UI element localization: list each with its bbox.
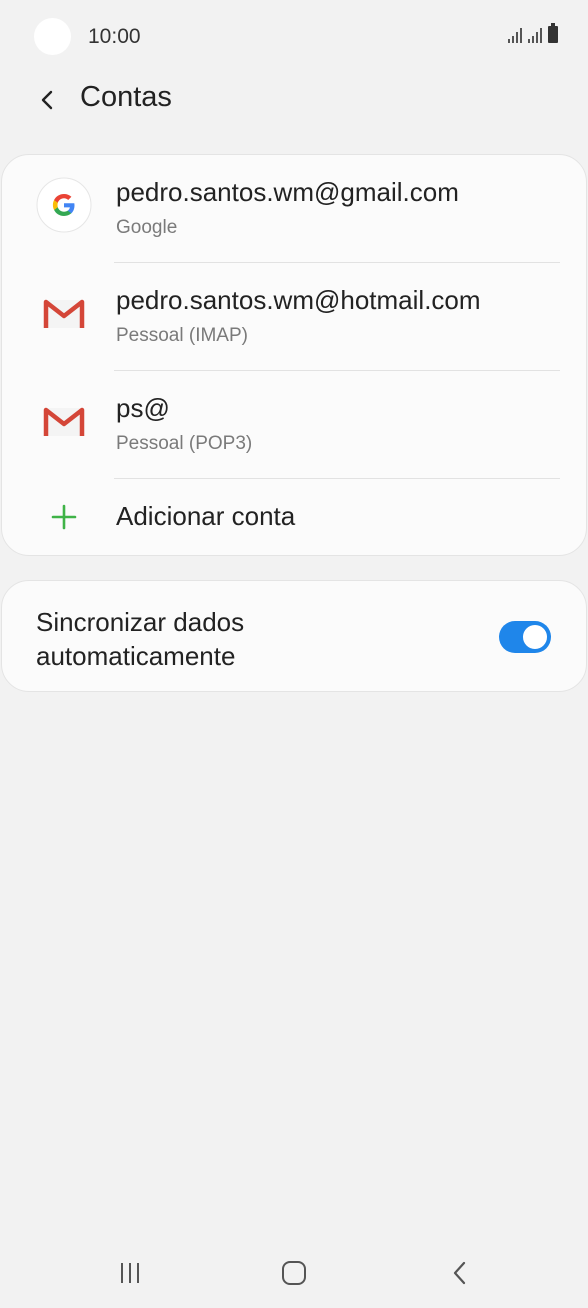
sync-toggle[interactable]: [499, 621, 551, 653]
gmail-logo-icon: [43, 299, 85, 328]
google-logo-icon: [36, 177, 92, 233]
account-item-google[interactable]: pedro.santos.wm@gmail.com Google: [2, 155, 588, 263]
accounts-card: pedro.santos.wm@gmail.com Google pedro.s…: [1, 154, 587, 556]
toggle-knob: [521, 623, 549, 651]
signal-icon: [508, 27, 522, 43]
account-email: pedro.santos.wm@gmail.com: [116, 177, 459, 207]
page-title: Contas: [80, 81, 172, 113]
app-header: Contas: [0, 72, 588, 132]
sync-label: Sincronizar dados automaticamente: [36, 607, 245, 671]
signal-icon: [528, 27, 542, 43]
account-email: ps@: [116, 393, 170, 423]
account-type: Pessoal (IMAP): [116, 325, 248, 346]
account-item-hotmail[interactable]: pedro.santos.wm@hotmail.com Pessoal (IMA…: [2, 263, 588, 371]
status-time: 10:00: [88, 25, 141, 48]
plus-icon: [51, 504, 77, 530]
account-type: Pessoal (POP3): [116, 433, 253, 454]
home-button[interactable]: [274, 1256, 314, 1290]
status-bar: 10:00: [0, 0, 588, 72]
battery-icon: [548, 23, 558, 43]
account-type: Google: [116, 217, 178, 238]
account-email: pedro.santos.wm@hotmail.com: [116, 285, 481, 315]
back-button[interactable]: [28, 80, 68, 120]
add-account-button[interactable]: Adicionar conta: [2, 477, 588, 557]
home-icon: [282, 1261, 306, 1285]
sync-card: Sincronizar dados automaticamente: [1, 580, 587, 692]
recents-icon: [121, 1263, 139, 1283]
chevron-left-icon: [41, 90, 53, 110]
navigation-bar: [0, 1238, 588, 1308]
camera-cutout: [34, 18, 71, 55]
account-item-pop3[interactable]: ps@ Pessoal (POP3): [2, 371, 588, 479]
back-icon: [453, 1261, 466, 1285]
nav-back-button[interactable]: [440, 1256, 480, 1290]
add-account-label: Adicionar conta: [116, 501, 296, 531]
status-icons: [508, 23, 558, 43]
recents-button[interactable]: [110, 1256, 150, 1290]
gmail-logo-icon: [43, 407, 85, 436]
